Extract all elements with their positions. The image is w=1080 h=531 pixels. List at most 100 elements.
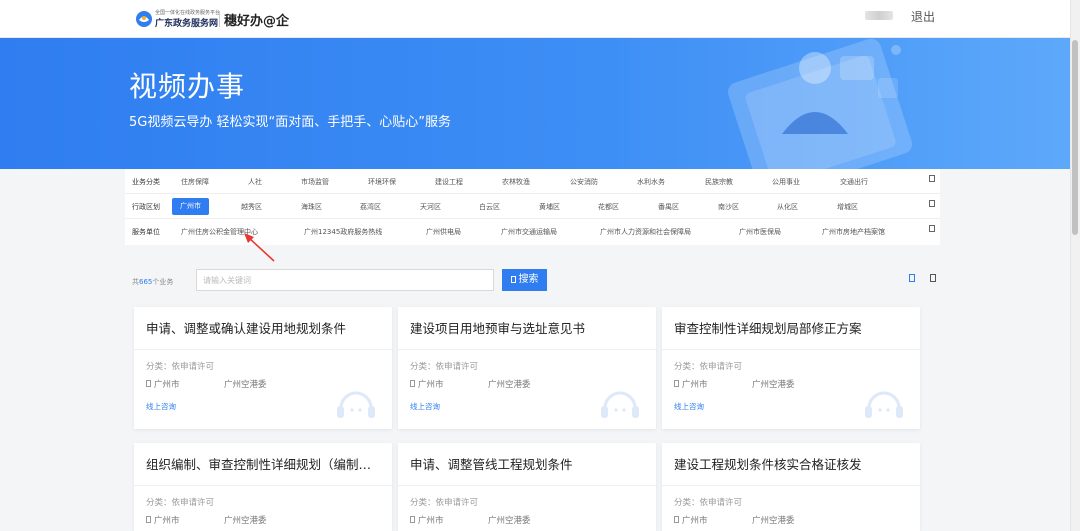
filter-row-business: 业务分类 住房保障 人社 市场监管 环境环保 建设工程 农林牧渔 公安消防 水利… bbox=[125, 169, 940, 194]
video-service-illustration bbox=[727, 38, 913, 169]
location-icon bbox=[410, 380, 415, 387]
list-view-icon[interactable] bbox=[930, 274, 936, 282]
filter-row-district: 行政区划 广州市 越秀区 海珠区 荔湾区 天河区 白云区 黄埔区 花都区 番禺区… bbox=[125, 194, 940, 219]
filter-business-item[interactable]: 公用事业 bbox=[772, 177, 800, 187]
business-count: 共665个业务 bbox=[132, 278, 174, 286]
card-title: 建设工程规划条件核实合格证核发 bbox=[674, 457, 862, 472]
card-title: 组织编制、审查控制性详细规划（编制、... bbox=[146, 457, 382, 472]
banner-subtitle: 5G视频云导办 轻松实现“面对面、手把手、心贴心”服务 bbox=[129, 115, 451, 130]
online-consult-link[interactable]: 线上咨询 bbox=[146, 401, 176, 412]
headset-icon bbox=[601, 391, 639, 418]
annotation-arrow-icon bbox=[244, 233, 275, 262]
online-consult-link[interactable]: 线上咨询 bbox=[410, 401, 440, 412]
search-button[interactable]: 搜索 bbox=[502, 269, 547, 291]
card-category: 分类：依申请许可 bbox=[410, 498, 479, 508]
filter-district-item[interactable]: 海珠区 bbox=[301, 202, 322, 212]
gov-emblem-icon bbox=[136, 11, 152, 27]
hero-banner: 视频办事 5G视频云导办 轻松实现“面对面、手把手、心贴心”服务 bbox=[0, 38, 1080, 169]
filter-district-item[interactable]: 荔湾区 bbox=[360, 202, 381, 212]
card-title: 审查控制性详细规划局部修正方案 bbox=[674, 321, 862, 336]
brand-title: 穗好办@企 bbox=[224, 14, 290, 29]
search-input[interactable] bbox=[196, 269, 494, 291]
banner-title: 视频办事 bbox=[129, 70, 246, 103]
filter-unit-item[interactable]: 广州市房地产档案馆 bbox=[822, 227, 885, 237]
filter-business-item[interactable]: 市场监管 bbox=[301, 177, 329, 187]
filter-business-item[interactable]: 人社 bbox=[248, 177, 262, 187]
filter-business-item[interactable]: 环境环保 bbox=[368, 177, 396, 187]
card-category: 分类：依申请许可 bbox=[146, 498, 215, 508]
location-icon bbox=[674, 380, 679, 387]
filter-unit-item[interactable]: 广州市医保局 bbox=[739, 227, 781, 237]
card-location: 广州市 bbox=[154, 516, 180, 526]
filter-business-item[interactable]: 农林牧渔 bbox=[502, 177, 530, 187]
card-department: 广州空港委 bbox=[488, 516, 531, 526]
location-icon bbox=[146, 516, 151, 523]
card-category: 分类：依申请许可 bbox=[410, 362, 479, 372]
card-location: 广州市 bbox=[418, 380, 444, 390]
location-icon bbox=[674, 516, 679, 523]
service-card[interactable]: 建设工程规划条件核实合格证核发 分类：依申请许可 广州市 广州空港委 bbox=[662, 443, 920, 531]
filter-business-item[interactable]: 交通出行 bbox=[840, 177, 868, 187]
filter-business-item[interactable]: 公安消防 bbox=[570, 177, 598, 187]
expand-district-icon[interactable] bbox=[929, 200, 935, 207]
location-icon bbox=[410, 516, 415, 523]
card-location: 广州市 bbox=[418, 516, 444, 526]
location-icon bbox=[146, 380, 151, 387]
card-location: 广州市 bbox=[682, 516, 708, 526]
filter-label-business: 业务分类 bbox=[132, 178, 160, 186]
card-department: 广州空港委 bbox=[752, 380, 795, 390]
expand-unit-icon[interactable] bbox=[929, 225, 935, 232]
filter-district-item[interactable]: 南沙区 bbox=[718, 202, 739, 212]
card-title: 申请、调整或确认建设用地规划条件 bbox=[146, 321, 347, 336]
service-card[interactable]: 申请、调整或确认建设用地规划条件 分类：依申请许可 广州市 广州空港委 线上咨询 bbox=[134, 307, 392, 429]
service-card[interactable]: 组织编制、审查控制性详细规划（编制、... 分类：依申请许可 广州市 广州空港委 bbox=[134, 443, 392, 531]
filter-district-item[interactable]: 黄埔区 bbox=[539, 202, 560, 212]
filter-unit-item[interactable]: 广州供电局 bbox=[426, 227, 461, 237]
filter-district-item[interactable]: 白云区 bbox=[479, 202, 500, 212]
service-card[interactable]: 建设项目用地预审与选址意见书 分类：依申请许可 广州市 广州空港委 线上咨询 bbox=[398, 307, 656, 429]
filter-district-item[interactable]: 天河区 bbox=[420, 202, 441, 212]
filter-label-district: 行政区划 bbox=[132, 203, 160, 211]
filter-business-item[interactable]: 建设工程 bbox=[435, 177, 463, 187]
filter-district-item[interactable]: 从化区 bbox=[777, 202, 798, 212]
logo-divider bbox=[219, 11, 220, 27]
search-icon bbox=[510, 276, 516, 283]
card-title: 建设项目用地预审与选址意见书 bbox=[410, 321, 586, 336]
filter-business-item[interactable]: 住房保障 bbox=[181, 177, 209, 187]
logo-title: 广东政务服务网 bbox=[155, 19, 219, 29]
logo-tagline: 全国一体化在线政务服务平台 bbox=[155, 10, 221, 16]
filter-business-item[interactable]: 民族宗教 bbox=[705, 177, 733, 187]
filter-district-item[interactable]: 增城区 bbox=[837, 202, 858, 212]
filter-district-item[interactable]: 越秀区 bbox=[241, 202, 262, 212]
filter-district-item[interactable]: 花都区 bbox=[598, 202, 619, 212]
filter-district-item[interactable]: 番禺区 bbox=[658, 202, 679, 212]
logout-link[interactable]: 退出 bbox=[911, 8, 935, 25]
card-category: 分类：依申请许可 bbox=[146, 362, 215, 372]
scrollbar-thumb[interactable] bbox=[1072, 40, 1078, 235]
online-consult-link[interactable]: 线上咨询 bbox=[674, 401, 704, 412]
filter-unit-item[interactable]: 广州12345政府服务热线 bbox=[304, 227, 382, 237]
service-card[interactable]: 审查控制性详细规划局部修正方案 分类：依申请许可 广州市 广州空港委 线上咨询 bbox=[662, 307, 920, 429]
filter-label-unit: 服务单位 bbox=[132, 228, 160, 236]
headset-icon bbox=[337, 391, 375, 418]
card-location: 广州市 bbox=[682, 380, 708, 390]
filter-unit-item[interactable]: 广州市人力资源和社会保障局 bbox=[600, 227, 691, 237]
card-department: 广州空港委 bbox=[224, 380, 267, 390]
top-header: 全国一体化在线政务服务平台 广东政务服务网 穗好办@企 退出 bbox=[0, 0, 1080, 38]
grid-view-icon[interactable] bbox=[909, 274, 915, 282]
card-department: 广州空港委 bbox=[752, 516, 795, 526]
filter-business-item[interactable]: 水利水务 bbox=[637, 177, 665, 187]
card-category: 分类：依申请许可 bbox=[674, 498, 743, 508]
filter-unit-item[interactable]: 广州市交通运输局 bbox=[501, 227, 557, 237]
card-category: 分类：依申请许可 bbox=[674, 362, 743, 372]
card-title: 申请、调整管线工程规划条件 bbox=[410, 457, 573, 472]
headset-icon bbox=[865, 391, 903, 418]
expand-business-icon[interactable] bbox=[929, 175, 935, 182]
business-count-value: 665 bbox=[139, 278, 153, 286]
card-department: 广州空港委 bbox=[488, 380, 531, 390]
filter-district-selected[interactable]: 广州市 bbox=[172, 198, 209, 215]
service-card[interactable]: 申请、调整管线工程规划条件 分类：依申请许可 广州市 广州空港委 bbox=[398, 443, 656, 531]
card-department: 广州空港委 bbox=[224, 516, 267, 526]
user-name-redacted bbox=[865, 11, 893, 20]
card-location: 广州市 bbox=[154, 380, 180, 390]
